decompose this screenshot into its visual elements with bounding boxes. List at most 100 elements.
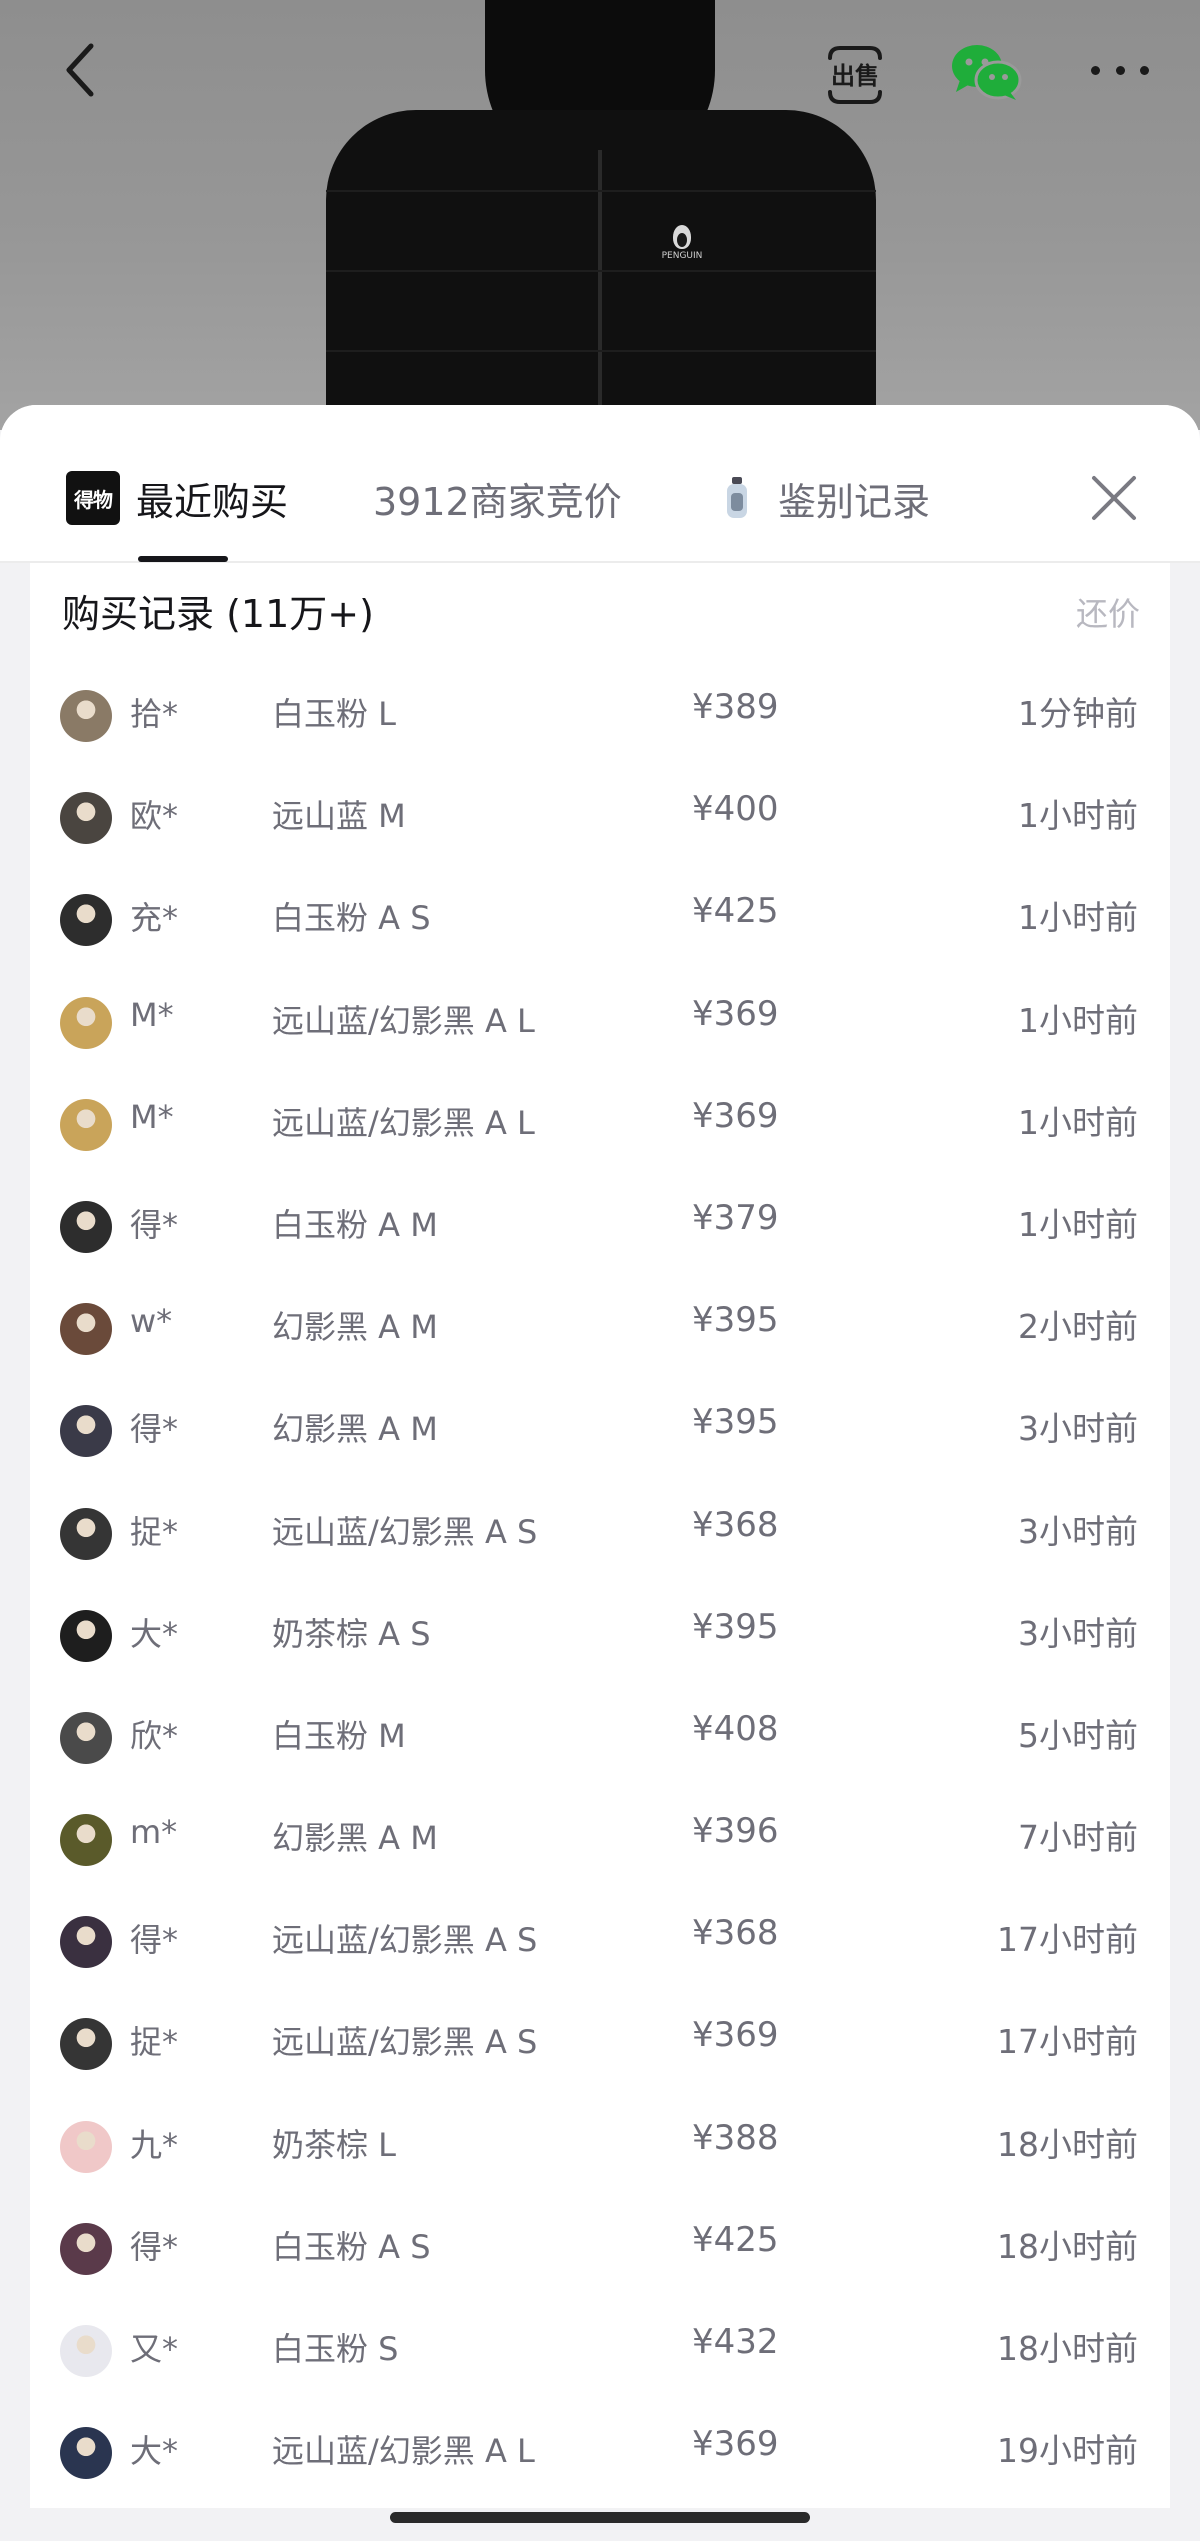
user-name: 捉* <box>130 1512 179 1551</box>
purchase-time: 7小时前 <box>1018 1818 1138 1858</box>
dewu-logo-icon: 得物 <box>66 471 120 525</box>
jacket-zipper <box>598 150 602 430</box>
list-item: 得* 幻影黑 A M ¥395 3小时前 <box>30 1378 1170 1480</box>
avatar[interactable] <box>60 1098 112 1151</box>
avatar[interactable] <box>60 1609 112 1662</box>
product-spec: 白玉粉 A S <box>272 2227 431 2266</box>
jacket-seam <box>326 270 876 272</box>
more-button[interactable] <box>1085 45 1155 95</box>
user-name: 九* <box>130 2125 179 2164</box>
purchase-records-card: 购买记录 (11万+) 还价 拾* 白玉粉 L ¥389 1分钟前 欧* 远山蓝 M ¥40… <box>30 563 1170 2508</box>
avatar[interactable] <box>60 894 112 947</box>
price: ¥368 <box>692 1913 779 1954</box>
price: ¥408 <box>692 1708 779 1749</box>
list-item: 得* 白玉粉 A M ¥379 1小时前 <box>30 1174 1170 1276</box>
user-name: M* <box>130 995 174 1034</box>
price: ¥389 <box>692 687 779 727</box>
wechat-icon <box>952 45 1022 100</box>
list-item: M* 远山蓝/幻影黑 A L ¥369 1小时前 <box>30 1072 1170 1174</box>
tab-bar: 得物 最近购买 3912商家竞价 鉴别记录 <box>0 405 1200 563</box>
product-spec: 远山蓝/幻影黑 A L <box>272 1103 535 1142</box>
avatar[interactable] <box>60 2325 112 2377</box>
jacket-seam <box>326 350 876 352</box>
tab-label: 鉴别记录 <box>778 479 931 524</box>
avatar[interactable] <box>60 2222 112 2275</box>
product-spec: 白玉粉 S <box>272 2330 399 2368</box>
chevron-left-icon <box>66 43 94 97</box>
price: ¥425 <box>692 2219 779 2260</box>
purchase-time: 1小时前 <box>1018 898 1138 938</box>
purchase-time: 5小时前 <box>1018 1715 1138 1755</box>
purchase-time: 3小时前 <box>1018 1409 1138 1449</box>
avatar[interactable] <box>60 1916 112 1969</box>
wechat-share-button[interactable] <box>950 42 1022 104</box>
price: ¥432 <box>692 2322 779 2362</box>
list-item: 得* 白玉粉 A S ¥425 18小时前 <box>30 2196 1170 2298</box>
more-dot <box>1140 65 1149 75</box>
price: ¥400 <box>692 789 779 830</box>
avatar[interactable] <box>60 2427 112 2480</box>
purchase-time: 3小时前 <box>1018 1613 1138 1653</box>
price: ¥388 <box>692 2117 779 2158</box>
avatar[interactable] <box>60 1507 112 1560</box>
tab-authentication-records[interactable]: 鉴别记录 <box>722 463 930 533</box>
list-item: 捉* 远山蓝/幻影黑 A S ¥369 17小时前 <box>30 1991 1170 2093</box>
product-image: PENGUIN 出售 <box>0 0 1200 430</box>
home-indicator[interactable] <box>390 2512 810 2523</box>
avatar[interactable] <box>60 1405 112 1458</box>
price: ¥425 <box>692 891 779 932</box>
price: ¥369 <box>692 1095 779 1136</box>
close-button[interactable] <box>1084 468 1144 528</box>
price: ¥369 <box>692 2424 779 2465</box>
purchase-time: 19小时前 <box>997 2431 1138 2471</box>
jacket-seam <box>326 190 876 192</box>
avatar[interactable] <box>60 1814 112 1867</box>
price: ¥369 <box>692 2015 779 2056</box>
price: ¥379 <box>692 1197 779 1238</box>
price: ¥395 <box>692 1606 779 1647</box>
price: ¥368 <box>692 1504 779 1545</box>
purchase-time: 1小时前 <box>1018 1204 1138 1244</box>
tab-merchant-bids[interactable]: 3912商家竞价 <box>373 463 622 533</box>
list-item: w* 幻影黑 A M ¥395 2小时前 <box>30 1276 1170 1378</box>
list-item: 大* 奶茶棕 A S ¥395 3小时前 <box>30 1583 1170 1685</box>
more-dot <box>1115 65 1125 75</box>
purchase-time: 3小时前 <box>1018 1511 1138 1551</box>
product-spec: 幻影黑 A M <box>272 1819 438 1858</box>
user-name: 欣* <box>130 1716 179 1755</box>
avatar[interactable] <box>60 1200 112 1253</box>
product-spec: 远山蓝/幻影黑 A L <box>272 2432 535 2471</box>
penguin-logo: PENGUIN <box>660 225 704 265</box>
list-item: 拾* 白玉粉 L ¥389 1分钟前 <box>30 663 1170 765</box>
avatar[interactable] <box>60 792 112 845</box>
purchase-records-sheet: 得物 最近购买 3912商家竞价 鉴别记录 购买记录 (11万+) 还价 拾* … <box>0 405 1200 2541</box>
counter-offer-button[interactable]: 还价 <box>1076 589 1140 635</box>
avatar[interactable] <box>60 996 112 1049</box>
avatar[interactable] <box>60 1711 112 1764</box>
product-spec: 奶茶棕 A S <box>272 1614 431 1653</box>
avatar[interactable] <box>60 2018 112 2071</box>
product-spec: 白玉粉 A M <box>272 1205 438 1244</box>
dewu-logo-text: 得物 <box>74 487 113 512</box>
price: ¥396 <box>692 1811 779 1852</box>
back-button[interactable] <box>55 40 105 100</box>
active-tab-indicator <box>138 556 228 562</box>
avatar[interactable] <box>60 2120 112 2173</box>
tab-recent-purchases[interactable]: 得物 最近购买 <box>66 463 288 533</box>
user-name: w* <box>130 1302 173 1341</box>
records-title: 购买记录 (11万+) <box>62 592 374 636</box>
purchase-time: 18小时前 <box>997 2124 1138 2164</box>
purchase-time: 17小时前 <box>997 1920 1138 1960</box>
tab-label: 3912商家竞价 <box>373 479 622 524</box>
records-header: 购买记录 (11万+) 还价 <box>30 563 1170 663</box>
user-name: 欧* <box>130 797 179 836</box>
avatar[interactable] <box>60 690 112 742</box>
list-item: 九* 奶茶棕 L ¥388 18小时前 <box>30 2094 1170 2196</box>
price: ¥395 <box>692 1300 779 1341</box>
user-name: 大* <box>130 2432 179 2471</box>
purchase-time: 18小时前 <box>997 2226 1138 2266</box>
avatar[interactable] <box>60 1303 112 1356</box>
sell-button[interactable]: 出售 <box>820 40 890 110</box>
product-spec: 幻影黑 A M <box>272 1308 438 1347</box>
purchase-time: 2小时前 <box>1018 1307 1138 1347</box>
